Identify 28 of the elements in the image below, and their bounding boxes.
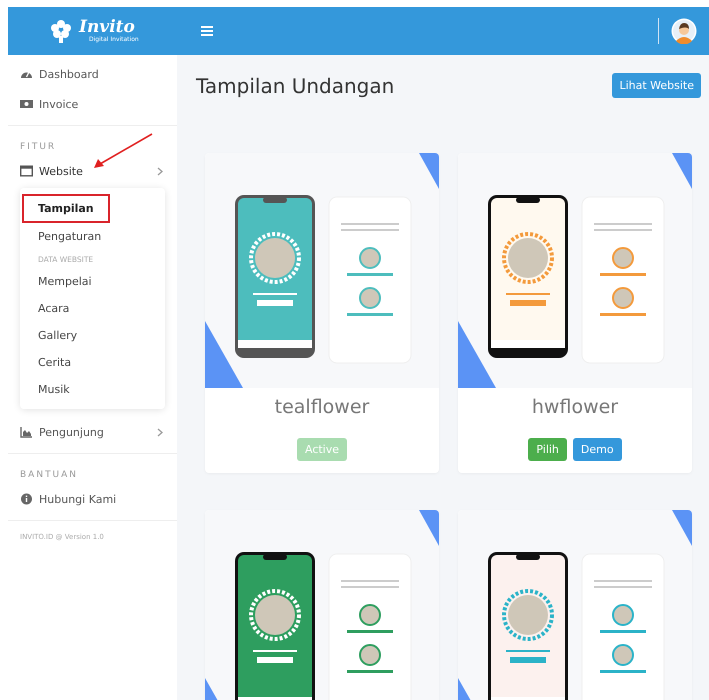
annotation-arrow <box>92 133 154 169</box>
submenu-item[interactable]: Acara <box>22 295 161 322</box>
submenu-item[interactable]: Mempelai <box>22 268 161 295</box>
section-heading: BANTUAN <box>20 469 78 482</box>
submenu-item[interactable]: Cerita <box>22 349 161 376</box>
theme-name: hwflower <box>530 396 620 418</box>
theme-name: tealflower <box>274 396 370 418</box>
section-heading: FITUR <box>20 141 56 154</box>
submenu-item[interactable]: Tampilan <box>22 194 110 223</box>
sidebar-item[interactable]: Pengunjung <box>8 417 177 447</box>
window-icon <box>20 165 33 177</box>
chart-icon <box>20 426 33 438</box>
submenu-item[interactable]: Pengaturan <box>22 223 161 250</box>
page-title: Tampilan Undangan <box>196 74 394 98</box>
avatar-icon[interactable] <box>671 18 697 44</box>
chevron-right-icon <box>157 166 163 176</box>
logo-name: Invito <box>79 19 135 36</box>
menu-icon[interactable] <box>200 26 213 36</box>
sidebar-item[interactable]: Website <box>8 156 177 186</box>
invoice-icon <box>20 98 33 110</box>
sidebar-item[interactable]: Dashboard <box>8 59 177 89</box>
sidebar-item[interactable]: Hubungi Kami <box>8 484 177 514</box>
submenu-item[interactable]: Gallery <box>22 322 161 349</box>
info-icon <box>20 493 33 505</box>
submenu-item[interactable]: Musik <box>22 376 161 403</box>
flower-logo-icon <box>48 18 74 44</box>
chevron-right-icon <box>157 428 163 436</box>
sidebar-item[interactable]: Invoice <box>8 89 177 119</box>
